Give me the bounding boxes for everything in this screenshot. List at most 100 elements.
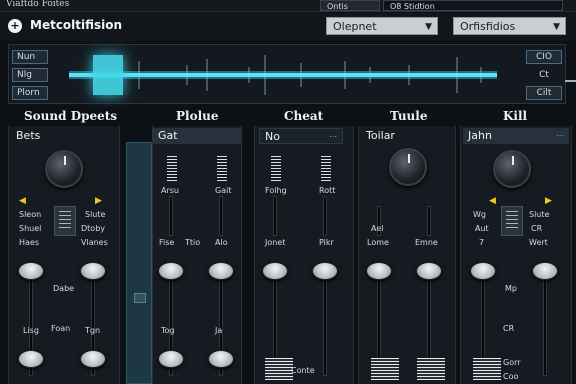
gain-knob[interactable] xyxy=(45,150,83,188)
param-label: Gait xyxy=(215,186,232,195)
fader-knob[interactable] xyxy=(532,262,558,280)
channel-header-label: No xyxy=(265,130,280,143)
waveform-left-button[interactable]: Nun xyxy=(12,50,48,64)
param-label: Slute xyxy=(85,210,106,219)
param-label: Lisg xyxy=(23,326,39,335)
fader-knob[interactable] xyxy=(158,262,184,280)
fader-knob[interactable] xyxy=(366,262,392,280)
tab-ontis[interactable]: Ontis xyxy=(320,0,380,11)
waveform-panel: Nun Nlg Plorn CIO Ct Cilt xyxy=(8,44,576,104)
param-label: Aut xyxy=(475,224,489,233)
menu-dots-icon[interactable]: ⋯ xyxy=(329,129,337,145)
channel-title: Plolue xyxy=(176,109,219,123)
param-label: Dabe xyxy=(53,284,75,293)
channel-header: Jahn ⋯ xyxy=(463,128,569,144)
channel-header: No ⋯ xyxy=(259,128,343,144)
menu-dots-icon[interactable]: ⋯ xyxy=(556,128,564,144)
waveform-display[interactable] xyxy=(69,51,576,99)
level-meter xyxy=(321,156,331,182)
fader-knob[interactable] xyxy=(18,262,44,280)
chevron-down-icon: ▼ xyxy=(425,22,432,32)
output-meter xyxy=(473,358,501,380)
fader-knob[interactable] xyxy=(18,350,44,368)
bypass-toggle[interactable] xyxy=(54,206,76,236)
waveform-left-button[interactable]: Plorn xyxy=(12,86,48,100)
param-label: Tgn xyxy=(85,326,101,335)
param-label: CR xyxy=(503,324,515,333)
waveform-left-button[interactable]: Nlg xyxy=(12,68,48,82)
channel-strip-3: No ⋯ Folhg Rott Jonet Pikr Conte xyxy=(254,126,354,384)
param-label: Conte xyxy=(291,366,315,375)
channel-title: Sound Dpeets xyxy=(24,109,118,123)
chevron-down-icon: ▼ xyxy=(553,22,560,32)
app-name: Metcoltifision xyxy=(30,18,123,32)
param-label: Vlanes xyxy=(81,238,108,247)
output-meter xyxy=(417,358,445,380)
fader-knob[interactable] xyxy=(470,262,496,280)
param-label: Lome xyxy=(367,238,389,247)
output-meter xyxy=(265,358,293,380)
param-label: Slute xyxy=(529,210,550,219)
param-label: Ael xyxy=(371,224,384,233)
param-label: Sleon xyxy=(19,210,42,219)
gain-knob[interactable] xyxy=(493,150,531,188)
param-label: Rott xyxy=(319,186,336,195)
gain-knob[interactable] xyxy=(389,148,427,186)
param-label: Foan xyxy=(51,324,71,333)
fader-knob[interactable] xyxy=(80,350,106,368)
window-title: Viaftdo Foites xyxy=(6,0,70,9)
param-label: Gorr xyxy=(503,358,521,367)
preset-dropdown-value: Olepnet xyxy=(333,20,377,33)
param-label: Wg xyxy=(473,210,486,219)
fader-track xyxy=(219,196,223,236)
fader-track xyxy=(169,196,173,236)
fader-knob[interactable] xyxy=(312,262,338,280)
level-meter xyxy=(271,156,281,182)
yellow-flag-icon: ▶ xyxy=(545,196,552,206)
channel-title: Kill xyxy=(503,109,528,123)
preset-dropdown[interactable]: Olepnet ▼ xyxy=(326,17,438,35)
tab-station[interactable]: O8 Stidtion xyxy=(383,0,563,11)
level-meter xyxy=(217,156,227,182)
bypass-toggle[interactable] xyxy=(501,206,523,236)
channel-header: Gat xyxy=(153,128,241,144)
param-label: Alo xyxy=(215,238,228,247)
param-label: Fise xyxy=(159,238,175,247)
options-dropdown[interactable]: Orfisfidios ▼ xyxy=(453,17,566,35)
param-label: CR xyxy=(531,224,543,233)
channel-strip-1: Bets ◀ ▶ Sleon Slute Shuel Dtoby Haes Vl… xyxy=(8,126,120,384)
yellow-flag-icon: ◀ xyxy=(19,196,26,206)
param-label: Tog xyxy=(161,326,175,335)
channel-strip-5: Jahn ⋯ ◀ ▶ Wg Slute Aut CR 7 Wert Mp CR … xyxy=(460,126,572,384)
fader-track xyxy=(323,196,327,236)
param-label: Arsu xyxy=(161,186,179,195)
channel-header-label: Jahn xyxy=(468,129,492,142)
drag-handle[interactable] xyxy=(134,293,146,303)
fader-knob[interactable] xyxy=(416,262,442,280)
fader-track xyxy=(427,206,431,236)
fader-knob[interactable] xyxy=(158,350,184,368)
channel-header: Toilar xyxy=(366,129,395,142)
param-label: Coo xyxy=(503,372,519,381)
playhead-region[interactable] xyxy=(93,55,123,95)
fader-knob[interactable] xyxy=(208,262,234,280)
fader-knob[interactable] xyxy=(80,262,106,280)
channel-title: Cheat xyxy=(284,109,324,123)
fader-knob[interactable] xyxy=(262,262,288,280)
waveform-right-button[interactable]: Ct xyxy=(526,68,562,82)
fader-knob[interactable] xyxy=(208,350,234,368)
channel-header: Bets xyxy=(16,129,41,142)
waveform-right-button[interactable]: Cilt xyxy=(526,86,562,100)
channel-header-label: Gat xyxy=(158,129,178,142)
fader-track xyxy=(273,196,277,236)
param-label: Pikr xyxy=(319,238,334,247)
channel-link-rail[interactable] xyxy=(126,142,152,384)
waveform-right-button[interactable]: CIO xyxy=(526,50,562,64)
param-label: Folhg xyxy=(265,186,287,195)
waveform-marker xyxy=(565,80,576,82)
yellow-flag-icon: ▶ xyxy=(95,196,102,206)
channel-strip-2: Gat Arsu Gait Fise Ttio Alo Tog Ja xyxy=(152,126,242,384)
waveform-graphic xyxy=(69,55,497,95)
fader-track xyxy=(323,266,327,376)
options-dropdown-value: Orfisfidios xyxy=(460,20,516,33)
